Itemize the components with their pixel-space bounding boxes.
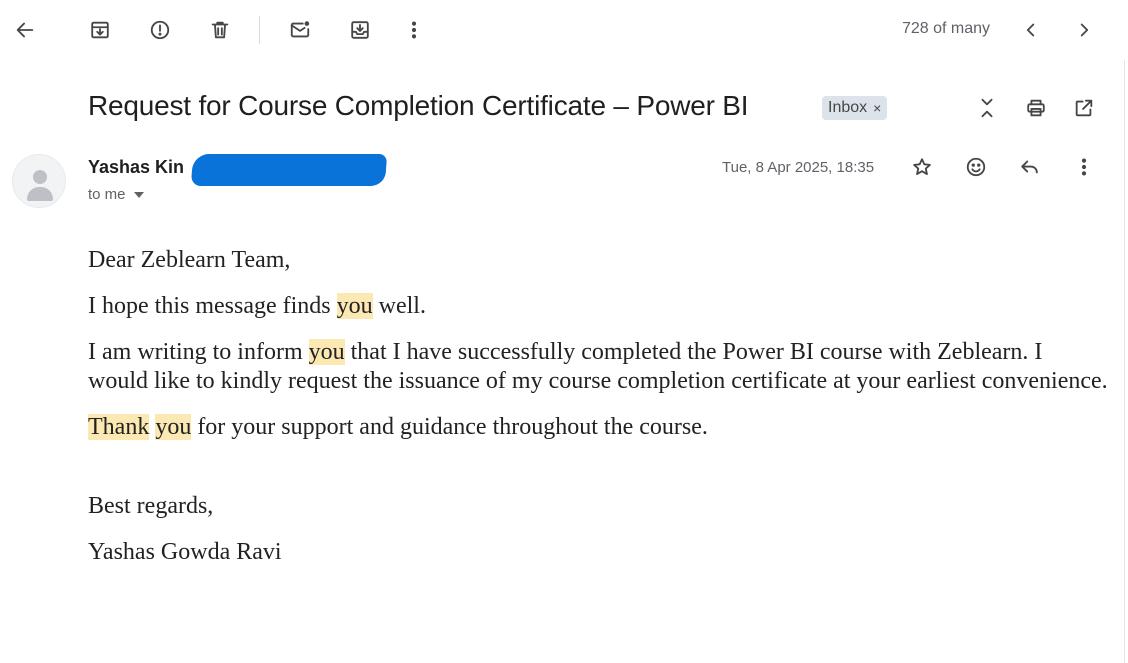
delete-button[interactable] <box>202 12 238 48</box>
redaction-mark <box>190 154 388 186</box>
chevron-right-icon <box>1080 23 1089 37</box>
body-paragraph-1: I hope this message finds you well. <box>88 292 1108 321</box>
older-button[interactable] <box>1066 12 1102 48</box>
report-spam-icon <box>150 20 170 40</box>
back-icon <box>16 22 34 38</box>
more-options-button[interactable] <box>396 12 432 48</box>
avatar-head <box>33 170 47 184</box>
print-icon <box>1027 99 1045 117</box>
back-button[interactable] <box>7 12 43 48</box>
move-to-button[interactable] <box>342 12 378 48</box>
sender-avatar[interactable] <box>12 154 66 208</box>
greeting: Dear Zeblearn Team, <box>88 247 291 273</box>
report-spam-button[interactable] <box>142 12 178 48</box>
emoji-icon <box>966 157 986 177</box>
reply-button[interactable] <box>1012 149 1048 185</box>
toolbar-divider <box>259 16 260 44</box>
text-span: well. <box>372 293 426 319</box>
newer-button[interactable] <box>1013 12 1049 48</box>
mark-unread-button[interactable] <box>282 12 318 48</box>
recipient-line[interactable]: to me <box>88 186 144 203</box>
star-button[interactable] <box>904 149 940 185</box>
signature: Yashas Gowda Ravi <box>88 539 282 565</box>
more-vert-icon <box>411 21 417 39</box>
message-more-button[interactable] <box>1066 149 1102 185</box>
delete-icon <box>211 21 229 39</box>
inbox-label-chip[interactable]: Inbox × <box>822 96 888 120</box>
text-span: I hope this message finds <box>88 293 337 319</box>
recipient-text: to me <box>88 186 126 203</box>
body-paragraph-2: I am writing to inform you that I have s… <box>88 338 1108 396</box>
email-body: Dear Zeblearn Team, I hope this message … <box>88 246 1108 584</box>
search-highlight: you <box>336 293 373 319</box>
collapse-all-button[interactable] <box>969 90 1005 126</box>
chevron-left-icon <box>1026 23 1035 37</box>
search-highlight: you <box>308 339 345 365</box>
sender-name[interactable]: Yashas Kin <box>88 157 184 178</box>
add-reaction-button[interactable] <box>958 149 994 185</box>
label-text: Inbox <box>828 99 868 116</box>
more-vert-icon <box>1081 158 1087 176</box>
text-span: for your support and guidance throughout… <box>191 414 708 440</box>
search-highlight: you <box>155 414 192 440</box>
remove-label-icon[interactable]: × <box>873 100 881 116</box>
email-subject: Request for Course Completion Certificat… <box>88 90 749 121</box>
closing: Best regards, <box>88 493 214 519</box>
avatar-shoulders <box>27 187 53 201</box>
body-paragraph-3: Thank you for your support and guidance … <box>88 413 1108 442</box>
text-span: I am writing to inform <box>88 339 309 365</box>
star-icon <box>913 158 931 175</box>
archive-icon <box>91 21 109 39</box>
archive-button[interactable] <box>82 12 118 48</box>
show-details-icon[interactable] <box>133 191 144 198</box>
search-highlight: Thank <box>88 414 150 440</box>
print-button[interactable] <box>1018 90 1054 126</box>
open-in-new-icon <box>1075 99 1093 117</box>
page-count: 728 of many <box>902 20 991 37</box>
open-new-window-button[interactable] <box>1066 90 1102 126</box>
scrollbar-track[interactable] <box>1124 60 1125 663</box>
email-date: Tue, 8 Apr 2025, 18:35 <box>722 159 875 176</box>
mark-unread-icon <box>290 21 310 38</box>
move-to-icon <box>351 21 369 39</box>
reply-icon <box>1021 160 1038 174</box>
collapse-icon <box>981 98 993 118</box>
